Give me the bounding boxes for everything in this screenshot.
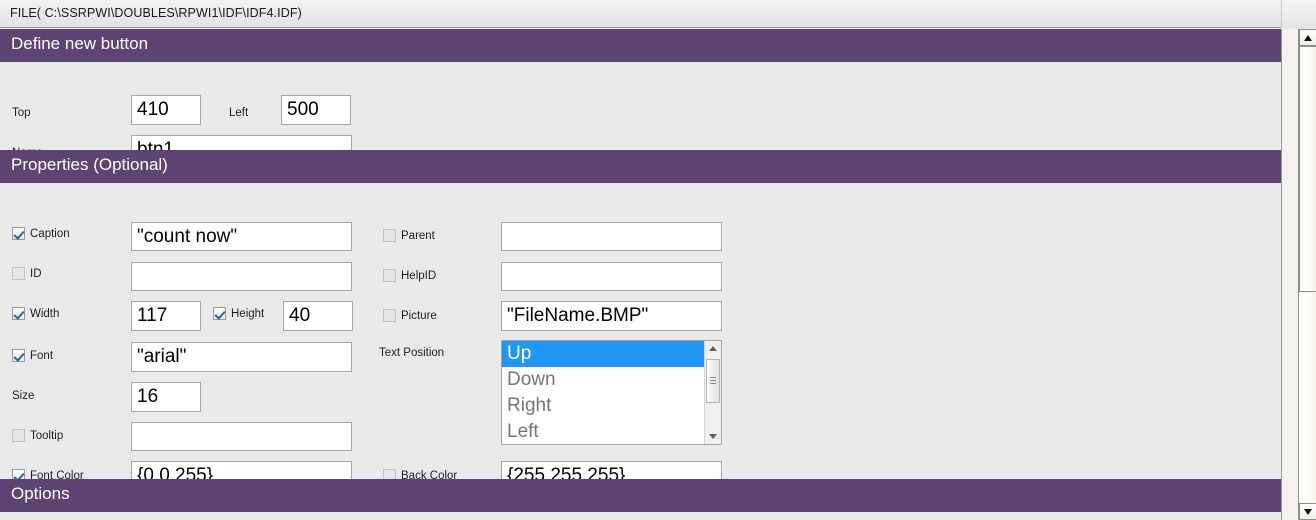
width-input[interactable]: 117 <box>131 301 201 331</box>
section-title-define: Define new button <box>11 34 149 53</box>
left-field-input[interactable]: 500 <box>281 95 351 125</box>
scroll-down-arrow-icon[interactable] <box>705 428 721 444</box>
text-position-label: Text Position <box>379 347 445 359</box>
parent-checkbox[interactable] <box>383 229 396 242</box>
form-content-area: Define new button Top 410 Left 500 Name … <box>0 29 1281 520</box>
font-checkbox[interactable] <box>12 349 25 362</box>
text-position-options: Up Down Right Left <box>502 341 706 444</box>
id-checkbox[interactable] <box>12 267 25 280</box>
width-label: Width <box>30 308 60 320</box>
parent-label: Parent <box>401 230 435 242</box>
height-input[interactable]: 40 <box>283 301 353 331</box>
caption-label: Caption <box>30 228 70 240</box>
helpid-label: HelpID <box>401 270 437 282</box>
font-label: Font <box>30 350 54 362</box>
helpid-checkbox[interactable] <box>383 269 396 282</box>
section-header-options: Options <box>0 479 1281 512</box>
caption-checkbox[interactable] <box>12 227 25 240</box>
window-scrollbar-track[interactable] <box>1298 29 1316 520</box>
left-field-label: Left <box>229 107 249 119</box>
section-header-properties: Properties (Optional) <box>0 150 1281 183</box>
id-label: ID <box>30 268 42 280</box>
section-header-define-new-button: Define new button <box>0 29 1281 62</box>
window-scroll-down-arrow-icon[interactable] <box>1299 503 1316 520</box>
tooltip-input[interactable] <box>131 422 352 451</box>
text-position-listbox[interactable]: Up Down Right Left <box>501 340 722 445</box>
picture-input[interactable]: "FileName.BMP" <box>501 301 722 331</box>
options-panel <box>0 512 1281 520</box>
scroll-up-arrow-icon[interactable] <box>705 341 721 357</box>
button-definition-window: FILE( C:\SSRPWI\DOUBLES\RPWI1\IDF\IDF4.I… <box>0 0 1316 520</box>
picture-label: Picture <box>401 310 437 322</box>
filebar-corner-filler <box>1281 0 1316 28</box>
top-field-input[interactable]: 410 <box>131 95 201 125</box>
text-position-option-up[interactable]: Up <box>502 341 706 367</box>
width-checkbox[interactable] <box>12 307 25 320</box>
window-scrollbar-thumb[interactable] <box>1299 46 1316 292</box>
id-input[interactable] <box>131 262 352 291</box>
window-scroll-up-arrow-icon[interactable] <box>1299 29 1316 46</box>
tooltip-label: Tooltip <box>30 430 64 442</box>
file-path-bar: FILE( C:\SSRPWI\DOUBLES\RPWI1\IDF\IDF4.I… <box>0 0 1316 28</box>
text-position-option-left[interactable]: Left <box>502 419 706 444</box>
top-field-label: Top <box>12 107 31 119</box>
picture-checkbox[interactable] <box>383 309 396 322</box>
section-title-properties: Properties (Optional) <box>11 155 168 174</box>
window-vertical-scrollbar[interactable] <box>1281 29 1316 520</box>
scrollbar-thumb[interactable] <box>706 359 720 403</box>
define-new-button-panel: Top 410 Left 500 Name btn1 <box>0 62 1281 165</box>
properties-panel: Caption "count now" ID Width 117 Height … <box>0 183 1281 491</box>
parent-input[interactable] <box>501 222 722 251</box>
text-position-scrollbar[interactable] <box>704 341 721 444</box>
size-label: Size <box>12 390 35 402</box>
file-path-label: FILE( C:\SSRPWI\DOUBLES\RPWI1\IDF\IDF4.I… <box>10 6 302 20</box>
section-title-options: Options <box>11 484 70 503</box>
text-position-option-down[interactable]: Down <box>502 367 706 393</box>
font-input[interactable]: "arial" <box>131 342 352 372</box>
helpid-input[interactable] <box>501 262 722 291</box>
caption-input[interactable]: "count now" <box>131 222 352 251</box>
size-input[interactable]: 16 <box>131 382 201 412</box>
tooltip-checkbox[interactable] <box>12 429 25 442</box>
height-label: Height <box>231 308 265 320</box>
text-position-option-right[interactable]: Right <box>502 393 706 419</box>
scrollbar-grip-icon <box>710 377 716 384</box>
height-checkbox[interactable] <box>213 307 226 320</box>
